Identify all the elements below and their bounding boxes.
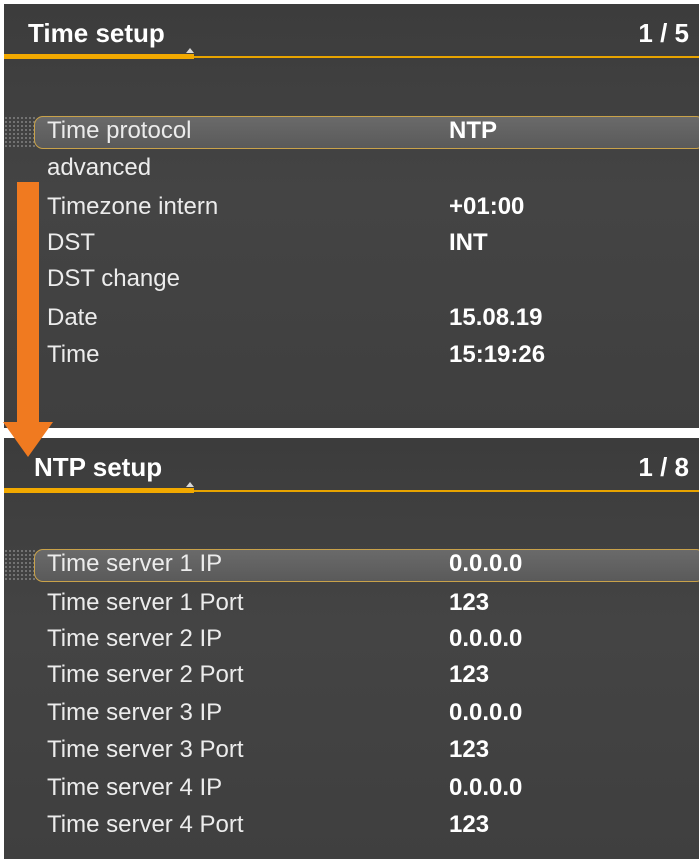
- menu-item-value: 0.0.0.0: [449, 625, 523, 652]
- menu-item-value: INT: [449, 229, 488, 256]
- menu-item-value: 0.0.0.0: [449, 550, 523, 577]
- time-setup-panel: Time setup 1 / 5 Time protocol NTP advan…: [4, 4, 699, 428]
- menu-item-label: Time protocol: [47, 117, 192, 144]
- menu-item-label: DST change: [47, 265, 180, 292]
- menu-item-value: 15:19:26: [449, 341, 546, 368]
- menu-item-label: Time server 2 IP: [47, 625, 223, 652]
- header-accent-bar: [4, 488, 194, 493]
- menu-item-time-server-2-ip[interactable]: Time server 2 IP 0.0.0.0: [4, 623, 699, 657]
- page-indicator: 1 / 5: [638, 18, 689, 48]
- ntp-setup-panel: NTP setup 1 / 8 Time server 1 IP 0.0.0.0…: [4, 438, 699, 859]
- menu-item-label: Timezone intern: [47, 193, 219, 220]
- menu-item-timezone-intern[interactable]: Timezone intern +01:00: [4, 191, 699, 225]
- menu-item-advanced[interactable]: advanced: [4, 152, 699, 186]
- menu-item-label: Time server 4 Port: [47, 811, 244, 838]
- menu-item-date[interactable]: Date 15.08.19: [4, 302, 699, 336]
- menu-item-time-server-3-port[interactable]: Time server 3 Port 123: [4, 734, 699, 768]
- menu-item-value: NTP: [449, 117, 497, 144]
- menu-item-time-protocol[interactable]: Time protocol NTP: [4, 116, 699, 150]
- header-tick-icon: [186, 482, 194, 487]
- menu-item-time-server-3-ip[interactable]: Time server 3 IP 0.0.0.0: [4, 697, 699, 731]
- menu-item-time-server-1-ip[interactable]: Time server 1 IP 0.0.0.0: [4, 549, 699, 583]
- menu-item-label: Time server 2 Port: [47, 661, 244, 688]
- menu-item-time[interactable]: Time 15:19:26: [4, 339, 699, 373]
- time-setup-header: Time setup 1 / 5: [4, 4, 699, 54]
- menu-item-label: Time server 3 IP: [47, 699, 223, 726]
- menu-item-value: 123: [449, 811, 490, 838]
- menu-item-value: 123: [449, 589, 490, 616]
- header-accent-bar: [4, 54, 194, 59]
- menu-item-value: +01:00: [449, 193, 525, 220]
- menu-item-label: Time server 1 IP: [47, 550, 223, 577]
- menu-item-label: Time server 1 Port: [47, 589, 244, 616]
- arrow-shaft: [17, 182, 39, 422]
- grip-handle-icon: [4, 116, 36, 147]
- menu-item-dst-change[interactable]: DST change: [4, 263, 699, 297]
- page-title: Time setup: [28, 18, 165, 48]
- header-tick-icon: [186, 48, 194, 53]
- page-indicator: 1 / 8: [638, 452, 689, 482]
- menu-item-label: Time server 3 Port: [47, 736, 244, 763]
- menu-item-time-server-2-port[interactable]: Time server 2 Port 123: [4, 659, 699, 693]
- arrow-head: [3, 422, 53, 457]
- menu-item-time-server-4-port[interactable]: Time server 4 Port 123: [4, 809, 699, 843]
- down-arrow-icon: [3, 182, 53, 457]
- menu-item-time-server-4-ip[interactable]: Time server 4 IP 0.0.0.0: [4, 772, 699, 806]
- menu-item-value: 123: [449, 661, 490, 688]
- menu-item-label: Time server 4 IP: [47, 774, 223, 801]
- menu-item-value: 123: [449, 736, 490, 763]
- menu-item-time-server-1-port[interactable]: Time server 1 Port 123: [4, 587, 699, 621]
- menu-item-value: 0.0.0.0: [449, 774, 523, 801]
- menu-item-value: 15.08.19: [449, 304, 543, 331]
- ntp-setup-header: NTP setup 1 / 8: [4, 438, 699, 488]
- menu-item-value: 0.0.0.0: [449, 699, 523, 726]
- menu-item-label: advanced: [47, 154, 152, 181]
- grip-handle-icon: [4, 549, 36, 580]
- menu-item-dst[interactable]: DST INT: [4, 227, 699, 261]
